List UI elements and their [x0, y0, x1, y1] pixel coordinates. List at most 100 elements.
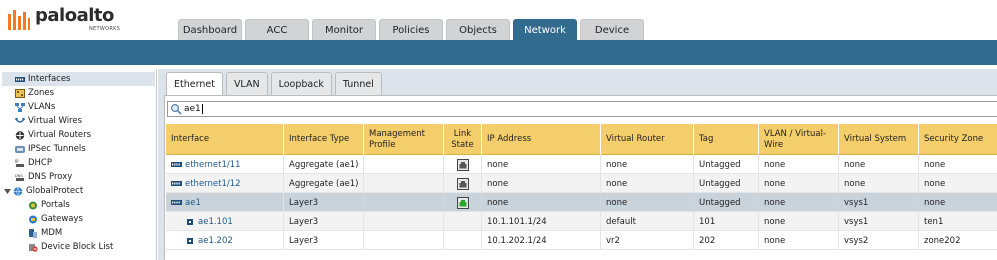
vlan-cell: none	[759, 193, 839, 212]
link-state-cell	[444, 155, 482, 174]
sidebar-item-mdm[interactable]: MDM	[0, 226, 62, 240]
aggregate-ethernet-icon	[171, 200, 182, 205]
mgmt-profile-cell	[364, 155, 444, 174]
col-interface[interactable]: Interface	[166, 124, 284, 155]
col-link-state[interactable]: Link State	[444, 124, 482, 155]
mgmt-profile-cell	[364, 193, 444, 212]
interface-cell[interactable]: ae1	[166, 193, 284, 212]
sidebar-item-vlans[interactable]: VLANs	[0, 100, 55, 114]
sidebar-item-label: GlobalProtect	[26, 186, 84, 196]
interface-name[interactable]: ethernet1/11	[185, 160, 241, 170]
link-state-cell	[444, 212, 482, 231]
table-row[interactable]: ethernet1/11 Aggregate (ae1) none none U…	[166, 155, 997, 174]
dns-proxy-icon: DNS	[15, 174, 24, 181]
gateways-icon	[29, 215, 37, 223]
mgmt-profile-cell	[364, 231, 444, 250]
tab-policies[interactable]: Policies	[379, 19, 443, 40]
col-ip-address[interactable]: IP Address	[482, 124, 601, 155]
vsys-cell: vsys1	[839, 193, 919, 212]
sidebar-item-globalprotect[interactable]: GlobalProtect	[0, 184, 83, 198]
zone-cell: none	[919, 155, 997, 174]
sidebar-item-label: DNS Proxy	[28, 172, 73, 182]
ip-address-cell: none	[482, 155, 601, 174]
content-area: Ethernet VLAN Loopback Tunnel ae1 Interf…	[158, 69, 997, 260]
zones-icon	[15, 88, 25, 98]
sidebar-item-virtual-wires[interactable]: Virtual Wires	[0, 114, 82, 128]
zone-cell: ten1	[919, 212, 997, 231]
sidebar-item-zones[interactable]: Zones	[0, 86, 54, 100]
virtual-routers-icon	[15, 130, 25, 140]
sidebar-item-portals[interactable]: Portals	[0, 198, 70, 212]
sidebar-item-label: IPSec Tunnels	[28, 144, 86, 154]
tag-cell: 202	[694, 231, 759, 250]
link-state-cell	[444, 193, 482, 212]
table-header: Interface Interface Type Management Prof…	[166, 124, 997, 155]
sidebar-item-label: Portals	[41, 200, 70, 210]
filter-input[interactable]: ae1	[167, 101, 997, 117]
interface-name[interactable]: ae1.101	[198, 217, 233, 227]
col-virtual-router[interactable]: Virtual Router	[601, 124, 694, 155]
interface-name[interactable]: ae1	[185, 198, 201, 208]
tab-dashboard[interactable]: Dashboard	[178, 19, 242, 40]
table-row[interactable]: ae1 Layer3 none none Untagged none vsys1…	[166, 193, 997, 212]
col-security-zone[interactable]: Security Zone	[919, 124, 997, 155]
col-virtual-system[interactable]: Virtual System	[839, 124, 919, 155]
interface-cell[interactable]: ethernet1/11	[166, 155, 284, 174]
tab-network[interactable]: Network	[513, 19, 577, 40]
table-row[interactable]: ethernet1/12 Aggregate (ae1) none none U…	[166, 174, 997, 193]
tab-device[interactable]: Device	[580, 19, 644, 40]
tab-tunnel[interactable]: Tunnel	[334, 72, 382, 95]
svg-text:DNS: DNS	[15, 174, 23, 178]
tab-vlan[interactable]: VLAN	[225, 72, 268, 95]
tab-acc[interactable]: ACC	[245, 19, 309, 40]
vlan-cell: none	[759, 212, 839, 231]
logo-wordmark: paloalto	[35, 5, 114, 26]
sidebar: Interfaces Zones VLANs Virtual Wires Vir…	[0, 69, 157, 260]
svg-text:IP: IP	[15, 159, 19, 164]
tag-cell: Untagged	[694, 174, 759, 193]
sidebar-item-label: Virtual Wires	[28, 116, 83, 126]
tab-monitor[interactable]: Monitor	[312, 19, 376, 40]
interface-cell[interactable]: ae1.101	[166, 212, 284, 231]
sidebar-item-label: Zones	[28, 88, 55, 98]
tag-cell: Untagged	[694, 155, 759, 174]
tag-cell: 101	[694, 212, 759, 231]
sidebar-item-interfaces[interactable]: Interfaces	[2, 72, 155, 86]
mdm-icon	[29, 228, 37, 238]
col-vlan-virtual-wire[interactable]: VLAN / Virtual-Wire	[759, 124, 839, 155]
tab-loopback[interactable]: Loopback	[270, 72, 332, 95]
collapse-triangle-icon[interactable]	[4, 188, 11, 195]
link-state-cell	[444, 231, 482, 250]
type-cell: Layer3	[284, 212, 364, 231]
subinterface-icon	[187, 218, 193, 225]
interface-cell[interactable]: ethernet1/12	[166, 174, 284, 193]
interfaces-panel: ae1 Interface Interface Type Management …	[164, 95, 997, 260]
table-row[interactable]: ae1.101 Layer3 10.1.101.1/24 default 101…	[166, 212, 997, 231]
col-management-profile[interactable]: Management Profile	[364, 124, 444, 155]
virtual-router-cell: none	[601, 174, 694, 193]
interface-name[interactable]: ethernet1/12	[185, 179, 241, 189]
sidebar-item-virtual-routers[interactable]: Virtual Routers	[0, 128, 91, 142]
sidebar-item-dns-proxy[interactable]: DNS DNS Proxy	[0, 170, 72, 184]
col-interface-type[interactable]: Interface Type	[284, 124, 364, 155]
mgmt-profile-cell	[364, 174, 444, 193]
zone-cell: zone202	[919, 231, 997, 250]
sidebar-item-dhcp[interactable]: IP DHCP	[0, 156, 52, 170]
sidebar-item-device-block-list[interactable]: Device Block List	[0, 240, 113, 254]
vlan-cell: none	[759, 174, 839, 193]
type-cell: Aggregate (ae1)	[284, 155, 364, 174]
zone-cell: none	[919, 174, 997, 193]
paloalto-logo-icon	[8, 10, 30, 30]
interface-name[interactable]: ae1.202	[198, 236, 233, 246]
sidebar-item-gateways[interactable]: Gateways	[0, 212, 83, 226]
tab-objects[interactable]: Objects	[446, 19, 510, 40]
sidebar-item-ipsec-tunnels[interactable]: IPSec Tunnels	[0, 142, 86, 156]
tab-ethernet[interactable]: Ethernet	[166, 72, 223, 95]
table-row[interactable]: ae1.202 Layer3 10.1.202.1/24 vr2 202 non…	[166, 231, 997, 250]
col-tag[interactable]: Tag	[694, 124, 759, 155]
link-up-icon	[456, 196, 469, 209]
link-state-cell	[444, 174, 482, 193]
sidebar-item-label: Interfaces	[28, 74, 71, 84]
ip-address-cell: none	[482, 193, 601, 212]
interface-cell[interactable]: ae1.202	[166, 231, 284, 250]
